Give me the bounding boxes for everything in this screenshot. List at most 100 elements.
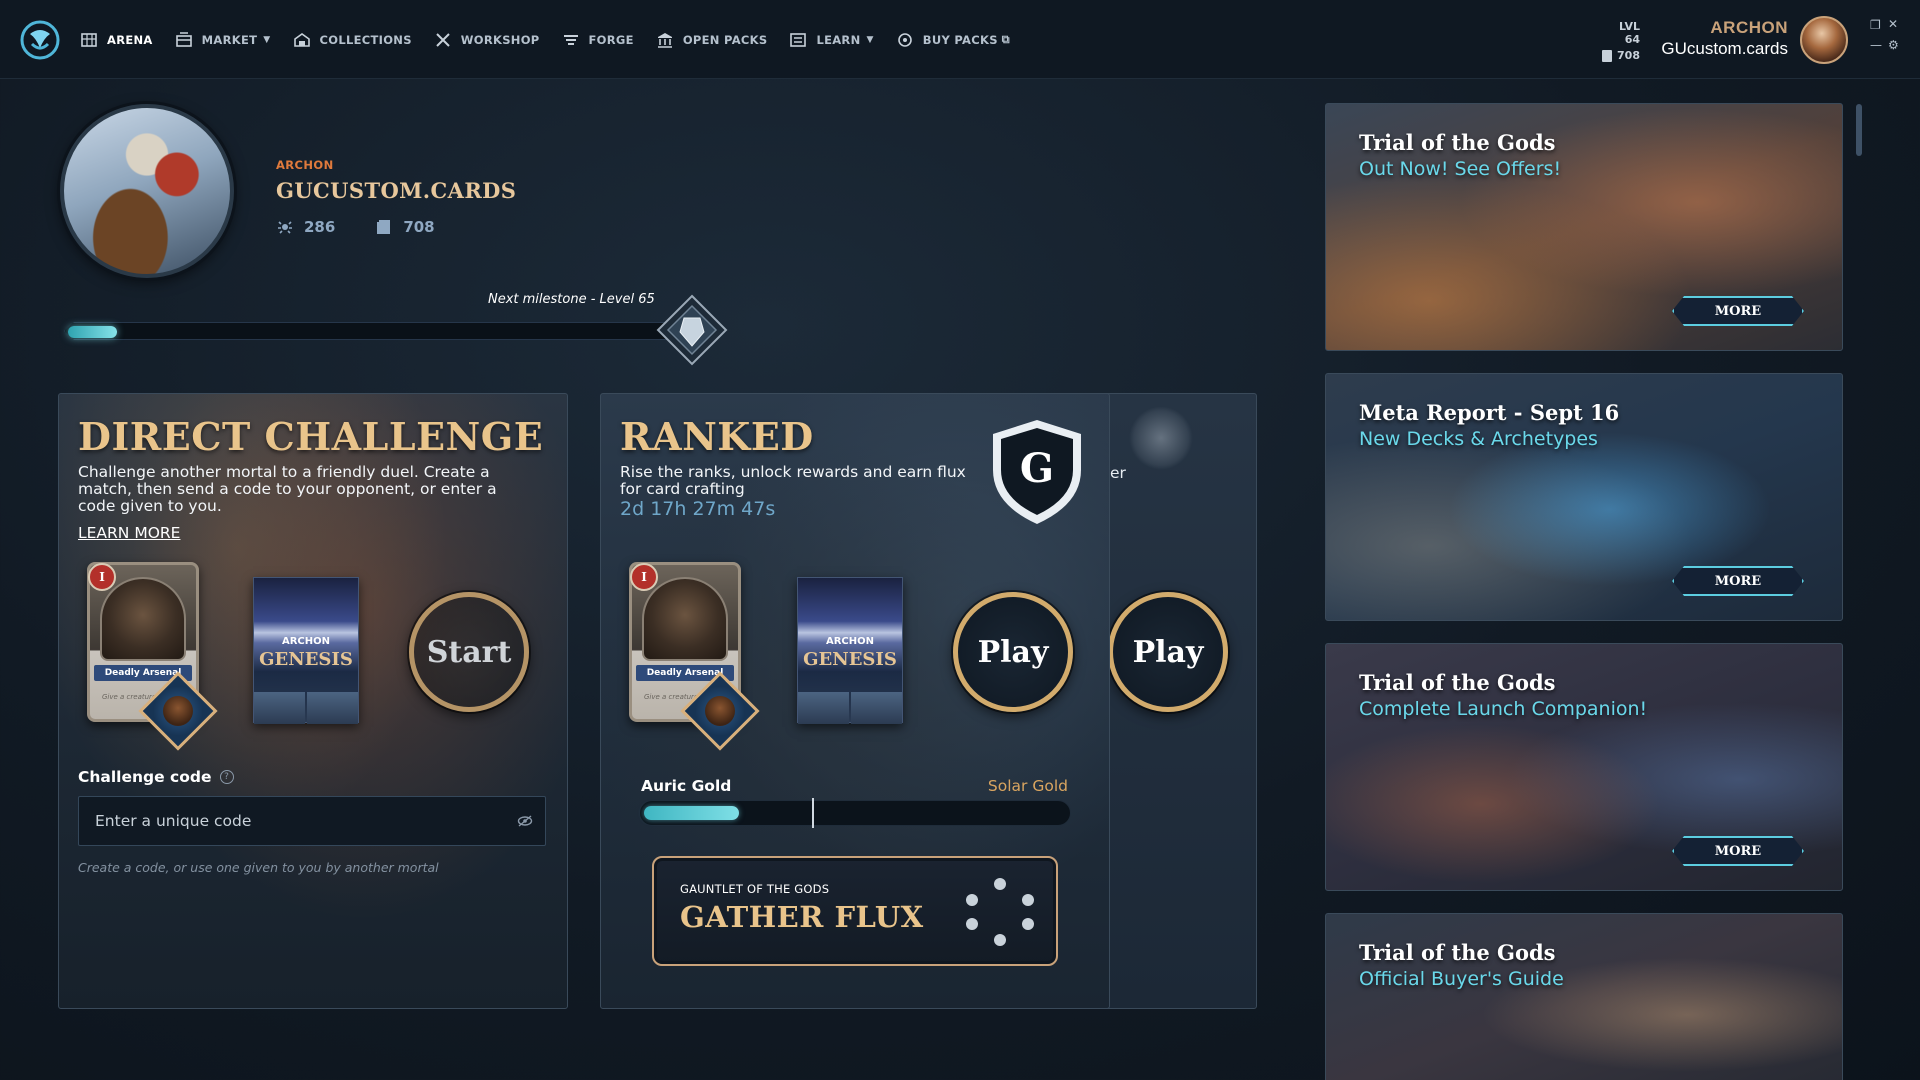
nav-buy-packs[interactable]: BUY PACKS ⧉: [896, 31, 1010, 49]
maximize-icon[interactable]: ❐: [1870, 18, 1881, 32]
nav-open-packs[interactable]: OPEN PACKS: [656, 31, 768, 49]
pack-title: GENESIS: [803, 649, 897, 670]
nav-market[interactable]: MARKET ▼: [175, 31, 271, 49]
user-rank: ARCHON: [1710, 18, 1788, 37]
direct-challenge-panel: DIRECT CHALLENGE Challenge another morta…: [58, 393, 568, 1009]
buy-packs-icon: [897, 32, 912, 47]
god-portrait: [138, 671, 218, 751]
card-pack[interactable]: ARCHON GENESIS: [797, 577, 903, 724]
xp-progress-bar: [64, 318, 674, 344]
challenge-code-label-text: Challenge code: [78, 768, 212, 786]
pack-label: ARCHON: [281, 636, 331, 647]
nav-forge[interactable]: FORGE: [562, 31, 634, 49]
gauntlet-subtitle: GAUNTLET OF THE GODS: [680, 882, 830, 896]
nav-workshop[interactable]: WORKSHOP: [434, 31, 540, 49]
moon-decoration: [1129, 406, 1193, 470]
eye-off-icon[interactable]: [517, 814, 533, 828]
card-badge: I: [630, 563, 658, 591]
nav-collections[interactable]: COLLECTIONS: [293, 31, 412, 49]
workshop-icon: [436, 32, 450, 47]
news-title: Trial of the Gods: [1359, 940, 1556, 965]
gather-flux-button[interactable]: GAUNTLET OF THE GODS GATHER FLUX: [652, 856, 1058, 966]
god-portrait: [680, 671, 760, 751]
news-title: Trial of the Gods: [1359, 130, 1556, 155]
nav-menu: ARENA MARKET ▼ COLLECTIONS WORKSHOP FORG…: [80, 0, 1032, 79]
chevron-down-icon: ▼: [866, 34, 874, 45]
milestone-gem-icon[interactable]: [654, 292, 730, 368]
nav-market-label: MARKET: [201, 32, 258, 47]
app-logo-icon[interactable]: [18, 18, 62, 62]
help-icon[interactable]: ?: [219, 770, 234, 784]
news-more-button[interactable]: MORE: [1672, 296, 1804, 326]
nav-buy-packs-label: BUY PACKS: [922, 32, 998, 47]
profile-rank: ARCHON: [276, 158, 334, 172]
close-icon[interactable]: ✕: [1888, 17, 1898, 31]
rank-progress-bar: [639, 798, 1071, 828]
pack-thumbs: [254, 692, 358, 724]
pack-title: GENESIS: [259, 649, 353, 670]
profile-name: GUCUSTOM.CARDS: [276, 178, 517, 203]
card-pack[interactable]: ARCHON GENESIS: [253, 577, 359, 724]
news-card[interactable]: Trial of the Gods Official Buyer's Guide: [1325, 913, 1843, 1080]
user-info[interactable]: ARCHON GUcustom.cards: [1650, 18, 1788, 59]
news-subtitle: New Decks & Archetypes: [1359, 428, 1598, 450]
profile-stats: 286 708: [276, 218, 435, 236]
rank-shield-icon: G: [993, 420, 1081, 524]
window-controls: ❐ ✕ — ⚙: [1868, 17, 1902, 58]
xp-track: [64, 322, 674, 340]
external-link-icon: ⧉: [1001, 32, 1010, 46]
user-name: GUcustom.cards: [1661, 39, 1788, 58]
stat-cards: 708: [375, 218, 435, 236]
profile-avatar[interactable]: [60, 104, 234, 278]
ranked-panel: RANKED Rise the ranks, unlock rewards an…: [600, 393, 1110, 1009]
ranked-title: RANKED: [620, 414, 814, 459]
laurel-icon: [278, 221, 292, 234]
forge-icon: [563, 34, 578, 45]
nav-open-packs-label: OPEN PACKS: [682, 32, 768, 47]
nav-workshop-label: WORKSHOP: [460, 32, 540, 47]
card-art: [642, 577, 728, 661]
nav-learn[interactable]: LEARN ▼: [789, 31, 873, 49]
pack-label: ARCHON: [825, 636, 875, 647]
news-card[interactable]: Meta Report - Sept 16 New Decks & Archet…: [1325, 373, 1843, 621]
rank-progress-fill: [644, 806, 739, 820]
minimize-icon[interactable]: —: [1870, 38, 1882, 52]
stat-wins: 286: [276, 218, 335, 236]
level-indicator: LVL 64 708: [1600, 20, 1640, 62]
stat-cards-value: 708: [403, 218, 435, 236]
play-button-secondary[interactable]: Play: [1108, 592, 1228, 712]
open-packs-icon: [657, 32, 672, 48]
play-button[interactable]: Play: [953, 592, 1073, 712]
gear-icon[interactable]: ⚙: [1888, 38, 1899, 52]
mode-panel-partial: er Play: [1090, 393, 1257, 1009]
rank-progress-marker: [812, 798, 814, 828]
challenge-code-label: Challenge code ?: [78, 768, 234, 786]
mode-description-fragment: er: [1110, 464, 1126, 482]
challenge-code-input[interactable]: [78, 796, 546, 846]
gauntlet-title: GATHER FLUX: [680, 900, 924, 934]
news-title: Meta Report - Sept 16: [1359, 400, 1620, 425]
nav-forge-label: FORGE: [588, 32, 634, 47]
arena-icon: [81, 32, 97, 47]
challenge-code-hint: Create a code, or use one given to you b…: [78, 860, 439, 875]
news-more-button[interactable]: MORE: [1672, 836, 1804, 866]
learn-more-link[interactable]: LEARN MORE: [78, 524, 180, 542]
deck-card[interactable]: I Deadly Arsenal Give a creature +: [629, 562, 760, 751]
stat-wins-value: 286: [304, 218, 336, 236]
card-count-icon: [377, 220, 391, 234]
direct-challenge-description: Challenge another mortal to a friendly d…: [78, 463, 497, 515]
news-scrollbar[interactable]: [1856, 104, 1862, 156]
news-more-button[interactable]: MORE: [1672, 566, 1804, 596]
direct-challenge-title: DIRECT CHALLENGE: [78, 414, 544, 459]
pack-thumbs: [798, 692, 902, 724]
deck-card[interactable]: I Deadly Arsenal Give a creature +: [87, 562, 218, 751]
news-subtitle: Complete Launch Companion!: [1359, 698, 1648, 720]
news-card[interactable]: Trial of the Gods Complete Launch Compan…: [1325, 643, 1843, 891]
card-count-icon: [1602, 49, 1613, 62]
news-card[interactable]: Trial of the Gods Out Now! See Offers! M…: [1325, 103, 1843, 351]
market-icon: [175, 31, 192, 47]
card-count: 708: [1617, 49, 1640, 62]
start-button[interactable]: Start: [409, 592, 529, 712]
nav-arena[interactable]: ARENA: [80, 31, 153, 49]
avatar[interactable]: [1800, 16, 1848, 64]
